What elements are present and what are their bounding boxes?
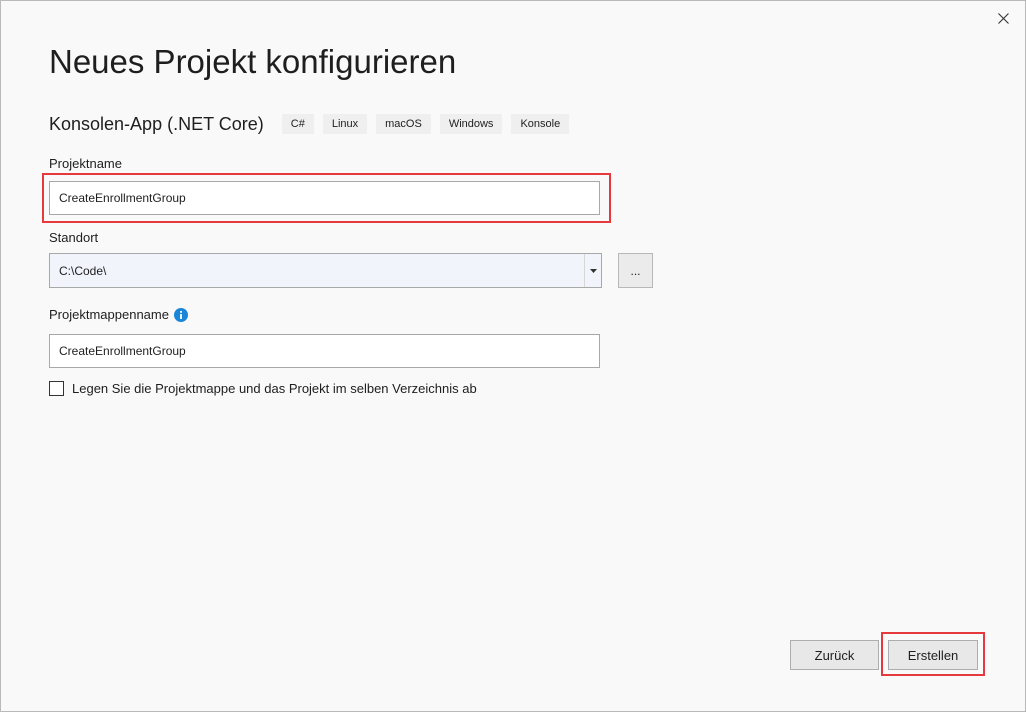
same-directory-label: Legen Sie die Projektmappe und das Proje… <box>72 381 477 396</box>
solution-name-input[interactable]: CreateEnrollmentGroup <box>49 334 600 368</box>
solution-name-label: Projektmappenname <box>49 307 169 322</box>
template-name: Konsolen-App (.NET Core) <box>49 113 264 134</box>
back-button[interactable]: Zurück <box>790 640 879 670</box>
create-button[interactable]: Erstellen <box>888 640 978 670</box>
template-row: Konsolen-App (.NET Core) C# Linux macOS … <box>49 112 578 136</box>
tag-windows: Windows <box>439 114 503 134</box>
same-directory-checkbox[interactable] <box>49 381 64 396</box>
project-name-label: Projektname <box>49 156 122 171</box>
browse-button[interactable]: ... <box>618 253 653 288</box>
tag-language: C# <box>281 114 314 134</box>
solution-name-label-row: Projektmappenname <box>49 307 188 322</box>
location-value: C:\Code\ <box>59 263 107 278</box>
tag-console: Konsole <box>511 114 570 134</box>
tag-macos: macOS <box>376 114 431 134</box>
location-select[interactable]: C:\Code\ <box>49 253 602 288</box>
chevron-down-icon <box>589 268 597 273</box>
same-directory-row: Legen Sie die Projektmappe und das Proje… <box>49 381 477 396</box>
dialog-title: Neues Projekt konfigurieren <box>49 43 457 80</box>
close-icon <box>997 12 1009 24</box>
info-icon[interactable] <box>173 307 188 322</box>
project-name-input[interactable]: CreateEnrollmentGroup <box>49 181 600 215</box>
close-button[interactable] <box>991 7 1015 29</box>
tag-linux: Linux <box>322 114 368 134</box>
location-dropdown-button[interactable] <box>584 254 601 287</box>
location-label: Standort <box>49 230 99 245</box>
dialog-window: Neues Projekt konfigurieren Konsolen-App… <box>0 0 1026 712</box>
